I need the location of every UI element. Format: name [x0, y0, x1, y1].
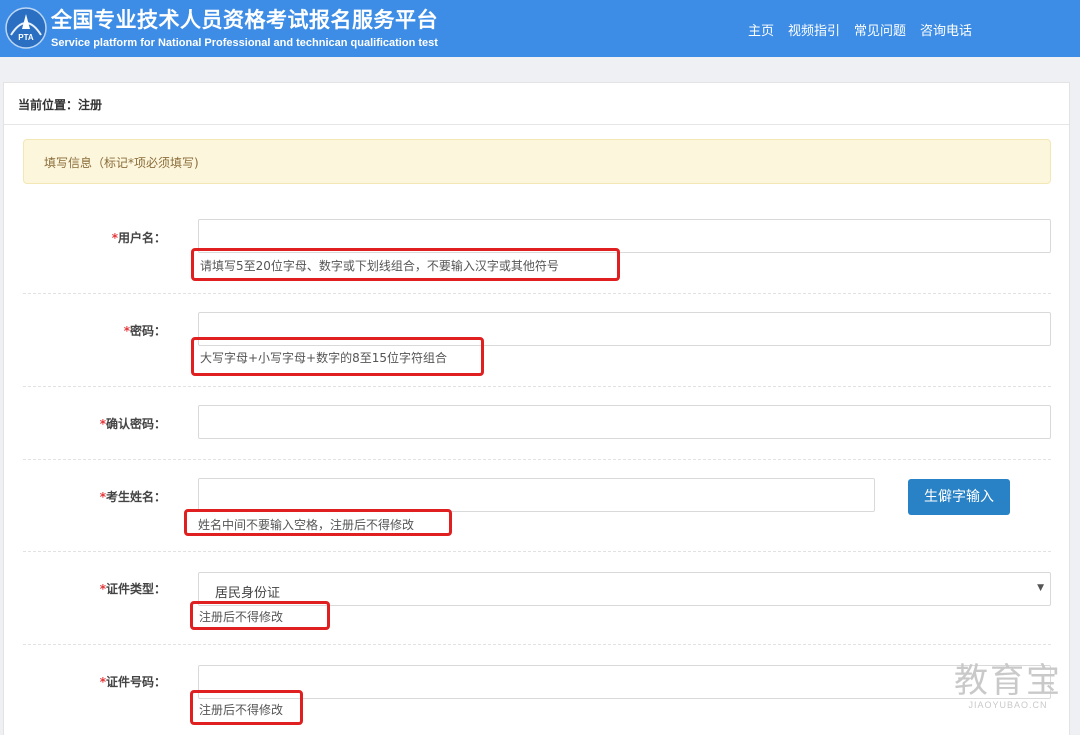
- top-header: PTA 全国专业技术人员资格考试报名服务平台 Service platform …: [0, 0, 1080, 57]
- watermark-url: JIAOYUBAO.CN: [968, 700, 1048, 710]
- watermark-text: 教育宝: [954, 661, 1062, 701]
- nav-home-link[interactable]: 主页: [748, 20, 774, 39]
- id-type-hint-highlight: [190, 601, 330, 630]
- site-title: 全国专业技术人员资格考试报名服务平台: [51, 8, 438, 32]
- name-input[interactable]: [198, 478, 875, 512]
- row-divider: [23, 551, 1051, 552]
- registration-card: 当前位置：注册 填写信息（标记*项必须填写) *用户名： 请填写5至20位字母、…: [3, 82, 1070, 735]
- pta-logo: PTA: [5, 7, 47, 49]
- nav-video-guide-link[interactable]: 视频指引: [788, 20, 840, 39]
- confirm-password-label: *确认密码：: [99, 417, 166, 431]
- confirm-password-input[interactable]: [198, 405, 1051, 439]
- site-subtitle: Service platform for National Profession…: [51, 37, 438, 49]
- info-alert: 填写信息（标记*项必须填写): [23, 139, 1051, 184]
- chevron-down-icon: ▼: [1037, 583, 1044, 593]
- logo-text: PTA: [18, 33, 34, 42]
- id-type-selected: 居民身份证: [215, 586, 281, 601]
- nav-hotline-link[interactable]: 咨询电话: [920, 20, 972, 39]
- top-nav: 主页 视频指引 常见问题 咨询电话: [748, 20, 972, 39]
- password-label: *密码：: [123, 324, 166, 338]
- row-divider: [23, 386, 1051, 387]
- row-divider: [23, 459, 1051, 460]
- nav-faq-link[interactable]: 常见问题: [854, 20, 906, 39]
- id-number-input[interactable]: [198, 665, 1051, 699]
- name-label: *考生姓名：: [99, 490, 166, 504]
- username-label: *用户名：: [111, 231, 166, 245]
- row-divider: [23, 644, 1051, 645]
- breadcrumb-bar: 当前位置：注册: [4, 83, 1069, 125]
- id-type-label: *证件类型：: [99, 582, 166, 596]
- name-hint-highlight: [184, 509, 452, 536]
- id-number-hint-highlight: [190, 690, 303, 725]
- username-hint-highlight: [191, 248, 620, 281]
- breadcrumb: 当前位置：注册: [18, 98, 103, 112]
- watermark: 教育宝 JIAOYUBAO.CN: [954, 662, 1062, 710]
- rare-character-input-button[interactable]: 生僻字输入: [908, 479, 1010, 515]
- id-number-label: *证件号码：: [99, 675, 166, 689]
- row-divider: [23, 293, 1051, 294]
- password-hint-highlight: [191, 337, 484, 376]
- alert-text: 填写信息（标记*项必须填写): [44, 156, 199, 170]
